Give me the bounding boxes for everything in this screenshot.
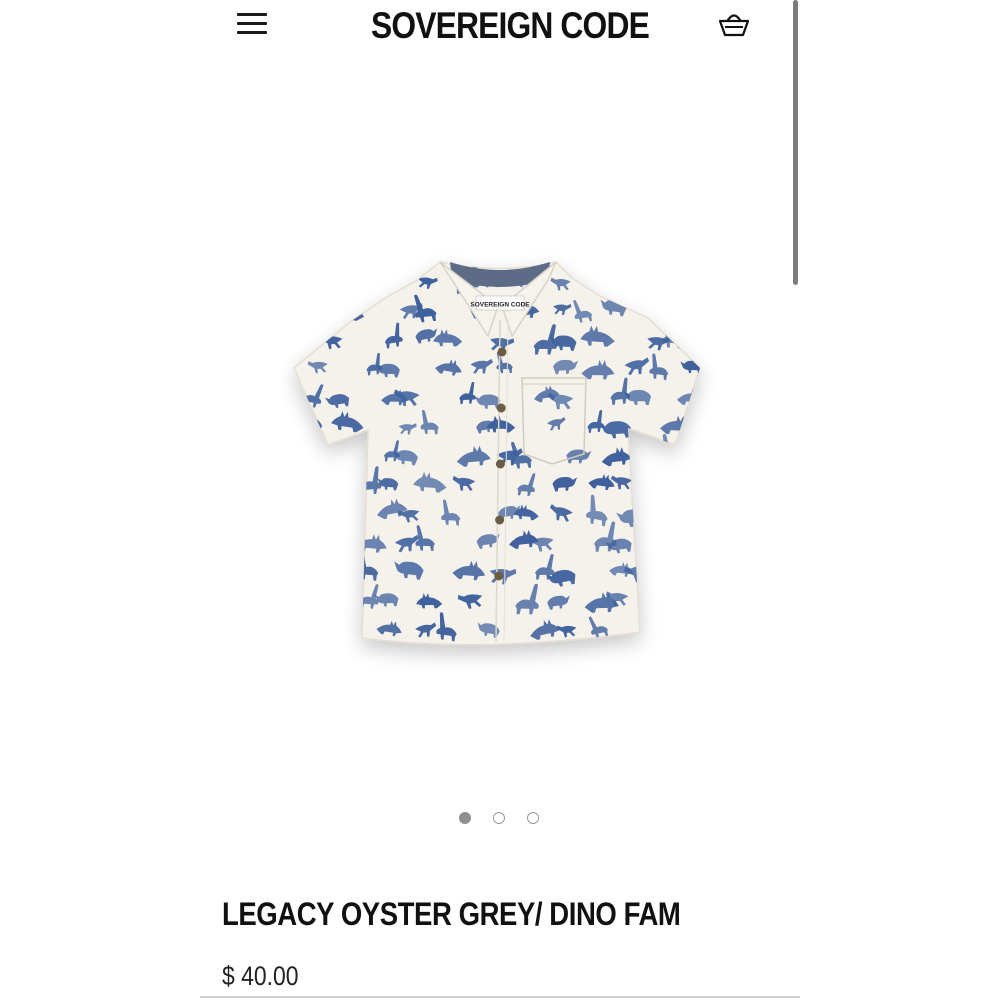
shirt-button xyxy=(494,571,504,581)
hamburger-menu-icon[interactable] xyxy=(234,10,270,38)
shirt-button xyxy=(495,459,505,469)
shirt-label-text: SOVEREIGN CODE xyxy=(470,302,530,309)
product-page: SOVEREIGN CODE SOVEREIGN CODE LEGACY OYS… xyxy=(200,0,800,1000)
carousel-dot-2[interactable] xyxy=(493,812,505,824)
carousel-dots xyxy=(455,810,545,830)
brand-logo[interactable]: SOVEREIGN CODE xyxy=(371,4,650,48)
dino-print-motif xyxy=(344,442,366,460)
dino-print-motif xyxy=(645,273,668,287)
dino-print-motif xyxy=(306,267,323,290)
product-title: LEGACY OYSTER GREY/ DINO FAM xyxy=(222,896,681,932)
dino-print-motif xyxy=(302,478,323,492)
dino-print-motif xyxy=(294,449,314,465)
dino-print-motif xyxy=(646,621,678,639)
dino-print-motif xyxy=(682,536,700,551)
carousel-dot-3[interactable] xyxy=(527,812,539,824)
dino-print-motif xyxy=(685,270,700,288)
product-image[interactable]: SOVEREIGN CODE xyxy=(280,240,720,690)
site-header: SOVEREIGN CODE xyxy=(200,0,800,56)
dino-print-motif xyxy=(338,276,366,293)
dino-print-motif xyxy=(340,504,363,519)
dino-print-motif xyxy=(307,592,329,607)
dino-print-motif xyxy=(294,611,309,643)
dino-print-motif xyxy=(699,299,700,318)
dino-print-motif xyxy=(321,565,348,582)
dino-print-motif xyxy=(306,496,326,523)
product-price: $ 40.00 xyxy=(222,961,299,991)
screen: SOVEREIGN CODE SOVEREIGN CODE LEGACY OYS… xyxy=(0,0,1000,1000)
dino-print-motif xyxy=(638,529,671,551)
dino-print-motif xyxy=(306,533,328,547)
dino-print-motif xyxy=(697,596,700,609)
dino-print-motif xyxy=(649,586,667,611)
dino-print-motif xyxy=(642,462,666,495)
dino-print-motif xyxy=(294,567,313,583)
dino-print-motif xyxy=(643,452,668,467)
dino-print-motif xyxy=(313,626,344,644)
shopping-basket-icon[interactable] xyxy=(717,10,751,40)
dino-print-motif xyxy=(686,476,700,492)
dino-print-motif xyxy=(377,270,407,288)
shirt-button xyxy=(495,515,505,525)
scrollbar-thumb[interactable] xyxy=(793,0,798,285)
shirt-button xyxy=(497,347,507,357)
dino-print-motif xyxy=(684,554,700,583)
carousel-dot-1[interactable] xyxy=(459,812,471,824)
divider xyxy=(200,996,800,998)
shirt-button xyxy=(496,403,506,413)
dino-print-motif xyxy=(664,504,695,524)
dino-print-motif xyxy=(321,305,346,319)
dino-print-motif xyxy=(702,422,720,435)
dino-print-motif xyxy=(663,618,695,638)
dino-print-motif xyxy=(662,296,689,314)
